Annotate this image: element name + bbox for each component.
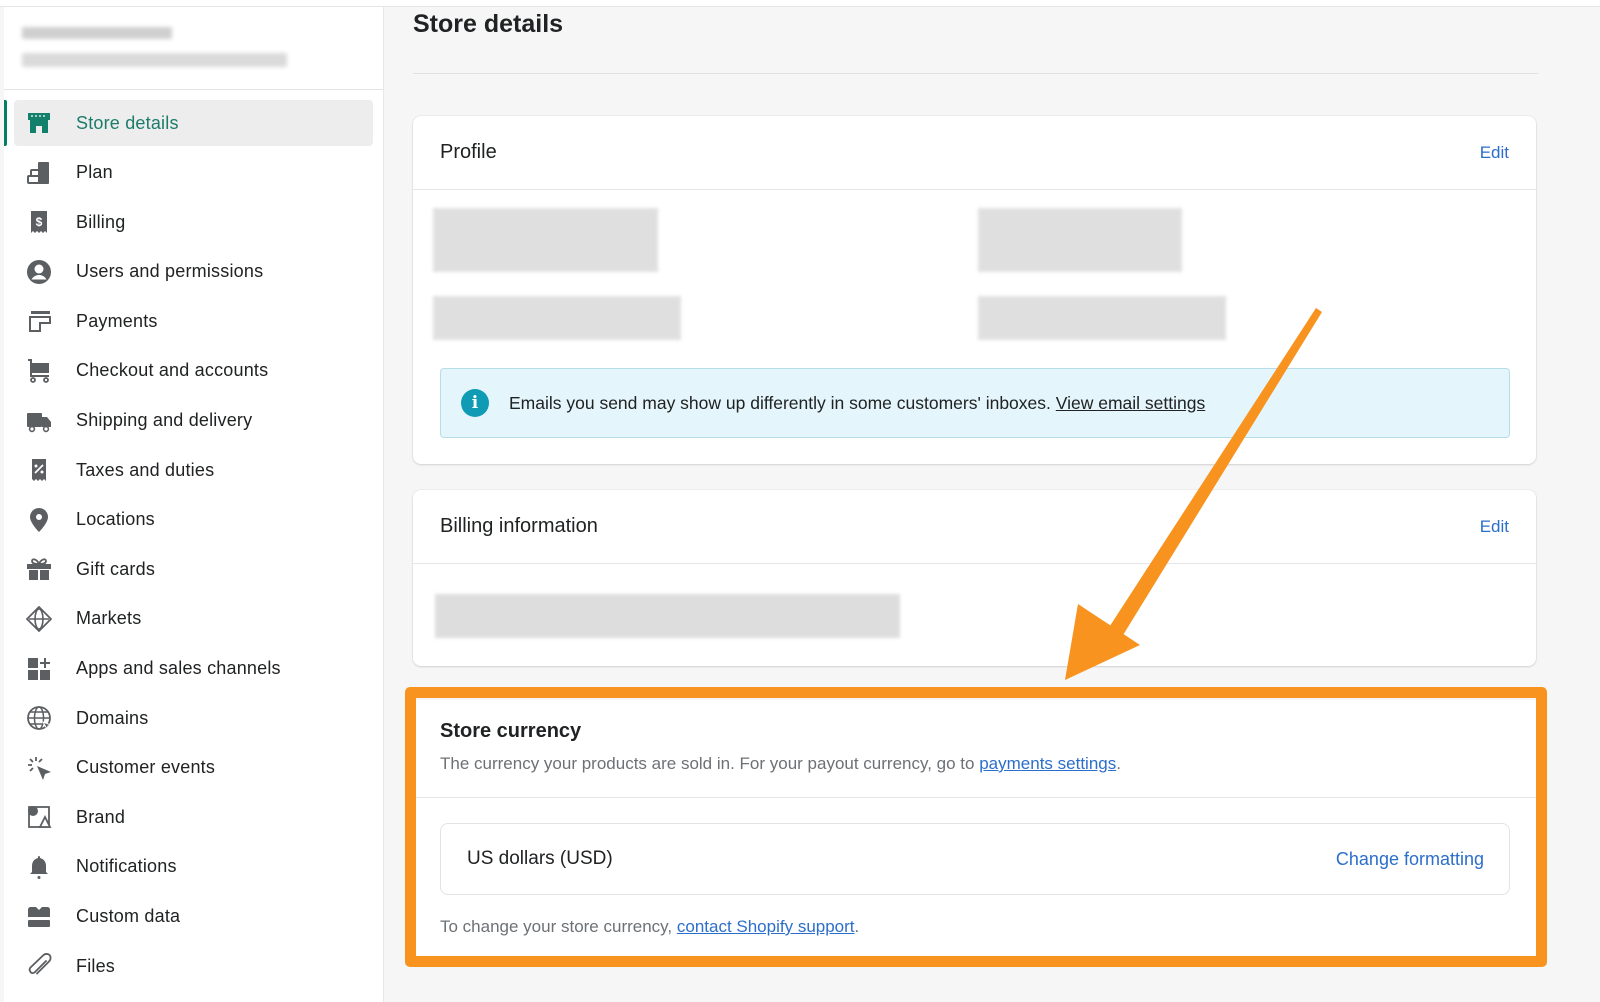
change-formatting-button[interactable]: Change formatting	[1336, 849, 1484, 870]
truck-icon	[26, 408, 52, 434]
sidebar-item-locations[interactable]: Locations	[14, 497, 373, 543]
sidebar-item-shipping[interactable]: Shipping and delivery	[14, 398, 373, 444]
sidebar-item-label: Domains	[76, 707, 149, 728]
change-currency-note: To change your store currency, contact S…	[440, 917, 859, 937]
billing-card: Billing information Edit	[413, 490, 1536, 666]
profile-title: Profile	[440, 141, 497, 163]
currency-box: US dollars (USD) Change formatting	[440, 823, 1510, 895]
brand-icon	[26, 804, 52, 830]
contact-support-link[interactable]: contact Shopify support	[677, 917, 855, 936]
footer-text: To change your store currency,	[440, 917, 677, 936]
store-icon	[26, 110, 52, 136]
profile-card: Profile Edit i Emails you send may show …	[413, 116, 1536, 464]
profile-edit-button[interactable]: Edit	[1480, 143, 1509, 163]
top-border	[0, 0, 1600, 7]
settings-nav: Store details Plan $ Billing Users and p…	[4, 90, 383, 989]
sidebar-item-customer-events[interactable]: Customer events	[14, 745, 373, 791]
sidebar-item-label: Taxes and duties	[76, 459, 215, 480]
location-pin-icon	[26, 507, 52, 533]
currency-value: US dollars (USD)	[467, 848, 613, 869]
sidebar-item-store-details[interactable]: Store details	[4, 100, 373, 146]
billing-card-header: Billing information Edit	[413, 490, 1536, 564]
sidebar-item-label: Brand	[76, 806, 126, 827]
sidebar-item-label: Markets	[76, 608, 142, 629]
sidebar-item-plan[interactable]: Plan	[14, 150, 373, 196]
currency-divider	[413, 797, 1536, 798]
sidebar-item-label: Shipping and delivery	[76, 410, 253, 431]
page-title: Store details	[413, 10, 564, 38]
svg-text:$: $	[36, 215, 43, 229]
description-period: .	[1116, 754, 1121, 773]
sidebar-item-apps[interactable]: Apps and sales channels	[14, 646, 373, 692]
sidebar-item-markets[interactable]: Markets	[14, 596, 373, 642]
cart-icon	[26, 358, 52, 384]
billing-address-blurred	[435, 594, 900, 638]
sidebar-item-label: Gift cards	[76, 558, 156, 579]
domain-globe-icon	[26, 705, 52, 731]
sidebar-item-label: Plan	[76, 162, 113, 183]
profile-phone-blurred	[433, 296, 681, 340]
sidebar-item-label: Billing	[76, 211, 126, 232]
sidebar-item-custom-data[interactable]: Custom data	[14, 894, 373, 940]
custom-data-icon	[26, 904, 52, 930]
sidebar-item-notifications[interactable]: Notifications	[14, 844, 373, 890]
sidebar-item-files[interactable]: Files	[14, 943, 373, 989]
sidebar-item-taxes[interactable]: Taxes and duties	[14, 447, 373, 493]
store-currency-card: Store currency The currency your product…	[413, 700, 1536, 960]
profile-name-blurred	[433, 208, 658, 272]
bell-icon	[26, 854, 52, 880]
store-name-blurred	[22, 27, 172, 39]
settings-sidebar: Store details Plan $ Billing Users and p…	[4, 7, 384, 1002]
sidebar-item-label: Payments	[76, 310, 158, 331]
sidebar-item-label: Customer events	[76, 757, 216, 778]
payments-icon	[26, 308, 52, 334]
cursor-click-icon	[26, 755, 52, 781]
billing-edit-button[interactable]: Edit	[1480, 517, 1509, 537]
sidebar-item-label: Store details	[76, 112, 179, 133]
store-url-blurred	[22, 53, 287, 67]
sidebar-item-label: Apps and sales channels	[76, 658, 281, 679]
view-email-settings-link[interactable]: View email settings	[1056, 393, 1205, 413]
store-currency-description: The currency your products are sold in. …	[440, 754, 1121, 774]
globe-icon	[26, 605, 52, 632]
profile-sender-blurred	[978, 296, 1226, 340]
profile-card-header: Profile Edit	[413, 116, 1536, 190]
sidebar-item-brand[interactable]: Brand	[14, 794, 373, 840]
sidebar-item-label: Locations	[76, 509, 155, 530]
banner-text: Emails you send may show up differently …	[509, 393, 1205, 414]
sidebar-item-label: Custom data	[76, 906, 181, 926]
email-info-banner: i Emails you send may show up differentl…	[440, 368, 1510, 438]
store-currency-title: Store currency	[440, 720, 582, 742]
sidebar-item-label: Files	[76, 955, 116, 976]
billing-title: Billing information	[440, 515, 598, 537]
title-divider	[413, 73, 1538, 74]
sidebar-item-payments[interactable]: Payments	[14, 298, 373, 344]
payments-settings-link[interactable]: payments settings	[979, 754, 1116, 773]
info-icon: i	[461, 389, 489, 417]
banner-message: Emails you send may show up differently …	[509, 392, 1051, 413]
sidebar-item-checkout[interactable]: Checkout and accounts	[14, 348, 373, 394]
user-icon	[26, 259, 52, 285]
tax-icon	[26, 457, 52, 483]
plan-icon	[26, 160, 52, 186]
footer-period: .	[854, 917, 860, 936]
paperclip-icon	[26, 953, 52, 979]
sidebar-item-label: Users and permissions	[76, 261, 264, 282]
sidebar-item-users[interactable]: Users and permissions	[14, 249, 373, 295]
sidebar-item-label: Checkout and accounts	[76, 360, 269, 381]
sidebar-item-domains[interactable]: Domains	[14, 695, 373, 741]
store-header[interactable]	[4, 7, 383, 90]
gift-icon	[26, 556, 52, 582]
description-text: The currency your products are sold in. …	[440, 754, 980, 773]
sidebar-item-gift-cards[interactable]: Gift cards	[14, 546, 373, 592]
profile-email-blurred	[978, 208, 1182, 272]
billing-icon: $	[26, 209, 52, 235]
sidebar-item-billing[interactable]: $ Billing	[14, 199, 373, 245]
sidebar-item-label: Notifications	[76, 856, 177, 877]
apps-icon	[26, 656, 52, 682]
